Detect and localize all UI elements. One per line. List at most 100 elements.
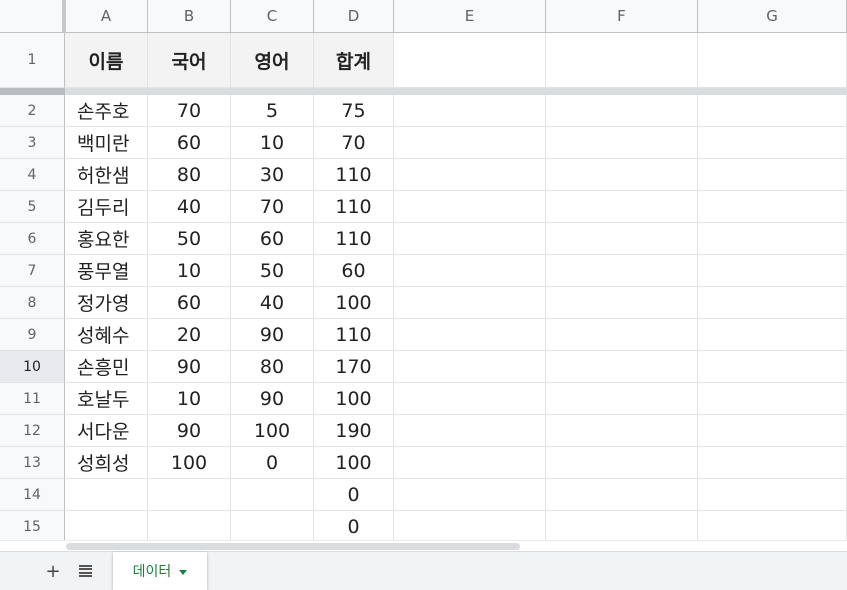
cell-g12[interactable]: [698, 415, 847, 447]
cell-e14[interactable]: [394, 479, 546, 511]
row-header-12[interactable]: 12: [0, 415, 65, 447]
column-freeze-handle[interactable]: [62, 0, 66, 33]
cell-f1[interactable]: [546, 33, 698, 88]
cell-g4[interactable]: [698, 159, 847, 191]
cell-e15[interactable]: [394, 511, 546, 540]
cell-d8[interactable]: 100: [314, 287, 394, 319]
cell-a13[interactable]: 성희성: [65, 447, 148, 479]
cell-e10[interactable]: [394, 351, 546, 383]
cell-a15[interactable]: [65, 511, 148, 540]
row-header-10[interactable]: 10: [0, 351, 65, 383]
cell-g13[interactable]: [698, 447, 847, 479]
cell-a10[interactable]: 손흥민: [65, 351, 148, 383]
row-header-8[interactable]: 8: [0, 287, 65, 319]
sheet-tab-data[interactable]: 데이터: [113, 552, 207, 590]
row-header-14[interactable]: 14: [0, 479, 65, 511]
cell-f6[interactable]: [546, 223, 698, 255]
caret-down-icon[interactable]: [179, 569, 188, 575]
cell-g9[interactable]: [698, 319, 847, 351]
cell-a5[interactable]: 김두리: [65, 191, 148, 223]
cell-b9[interactable]: 20: [148, 319, 231, 351]
cell-a14[interactable]: [65, 479, 148, 511]
cell-b15[interactable]: [148, 511, 231, 540]
cell-c14[interactable]: [231, 479, 314, 511]
cell-b14[interactable]: [148, 479, 231, 511]
cell-c7[interactable]: 50: [231, 255, 314, 287]
cell-f2[interactable]: [546, 95, 698, 127]
row-header-15[interactable]: 15: [0, 511, 65, 540]
cell-a9[interactable]: 성혜수: [65, 319, 148, 351]
cell-d14[interactable]: 0: [314, 479, 394, 511]
cell-c12[interactable]: 100: [231, 415, 314, 447]
cell-e6[interactable]: [394, 223, 546, 255]
cell-b2[interactable]: 70: [148, 95, 231, 127]
cell-a2[interactable]: 손주호: [65, 95, 148, 127]
cell-d6[interactable]: 110: [314, 223, 394, 255]
cell-d9[interactable]: 110: [314, 319, 394, 351]
cell-f4[interactable]: [546, 159, 698, 191]
row-header-3[interactable]: 3: [0, 127, 65, 159]
cell-f8[interactable]: [546, 287, 698, 319]
cell-c1[interactable]: 영어: [231, 33, 314, 88]
cell-c11[interactable]: 90: [231, 383, 314, 415]
cell-a7[interactable]: 풍무열: [65, 255, 148, 287]
cell-f5[interactable]: [546, 191, 698, 223]
column-header-a[interactable]: A: [65, 0, 148, 33]
cell-d4[interactable]: 110: [314, 159, 394, 191]
cell-c10[interactable]: 80: [231, 351, 314, 383]
cell-d1[interactable]: 합계: [314, 33, 394, 88]
cell-e3[interactable]: [394, 127, 546, 159]
cell-c4[interactable]: 30: [231, 159, 314, 191]
cell-d13[interactable]: 100: [314, 447, 394, 479]
column-header-c[interactable]: C: [231, 0, 314, 33]
cell-c9[interactable]: 90: [231, 319, 314, 351]
cell-g6[interactable]: [698, 223, 847, 255]
cell-b8[interactable]: 60: [148, 287, 231, 319]
cell-b7[interactable]: 10: [148, 255, 231, 287]
cell-d3[interactable]: 70: [314, 127, 394, 159]
cell-a6[interactable]: 홍요한: [65, 223, 148, 255]
cell-g14[interactable]: [698, 479, 847, 511]
cell-c8[interactable]: 40: [231, 287, 314, 319]
cell-g8[interactable]: [698, 287, 847, 319]
cell-d12[interactable]: 190: [314, 415, 394, 447]
cell-g15[interactable]: [698, 511, 847, 540]
cell-g5[interactable]: [698, 191, 847, 223]
cell-b10[interactable]: 90: [148, 351, 231, 383]
cell-c6[interactable]: 60: [231, 223, 314, 255]
row-header-13[interactable]: 13: [0, 447, 65, 479]
row-header-1[interactable]: 1: [0, 33, 65, 88]
column-header-f[interactable]: F: [546, 0, 698, 33]
cell-a8[interactable]: 정가영: [65, 287, 148, 319]
row-header-11[interactable]: 11: [0, 383, 65, 415]
row-header-2[interactable]: 2: [0, 95, 65, 127]
row-freeze-handle[interactable]: [0, 88, 65, 95]
row-freeze-bar[interactable]: [0, 88, 847, 95]
cell-d5[interactable]: 110: [314, 191, 394, 223]
column-header-b[interactable]: B: [148, 0, 231, 33]
cell-f11[interactable]: [546, 383, 698, 415]
cell-a4[interactable]: 허한샘: [65, 159, 148, 191]
cell-e5[interactable]: [394, 191, 546, 223]
cell-g1[interactable]: [698, 33, 847, 88]
cell-e12[interactable]: [394, 415, 546, 447]
column-header-d[interactable]: D: [314, 0, 394, 33]
cell-d11[interactable]: 100: [314, 383, 394, 415]
cell-c3[interactable]: 10: [231, 127, 314, 159]
cell-g7[interactable]: [698, 255, 847, 287]
cell-c15[interactable]: [231, 511, 314, 540]
cell-e13[interactable]: [394, 447, 546, 479]
cell-g11[interactable]: [698, 383, 847, 415]
cell-a1[interactable]: 이름: [65, 33, 148, 88]
cell-f13[interactable]: [546, 447, 698, 479]
cell-d7[interactable]: 60: [314, 255, 394, 287]
cell-d2[interactable]: 75: [314, 95, 394, 127]
row-header-7[interactable]: 7: [0, 255, 65, 287]
row-header-6[interactable]: 6: [0, 223, 65, 255]
cell-e9[interactable]: [394, 319, 546, 351]
column-header-g[interactable]: G: [698, 0, 847, 33]
cell-e2[interactable]: [394, 95, 546, 127]
cell-b4[interactable]: 80: [148, 159, 231, 191]
add-sheet-button[interactable]: +: [40, 552, 66, 590]
cell-b12[interactable]: 90: [148, 415, 231, 447]
